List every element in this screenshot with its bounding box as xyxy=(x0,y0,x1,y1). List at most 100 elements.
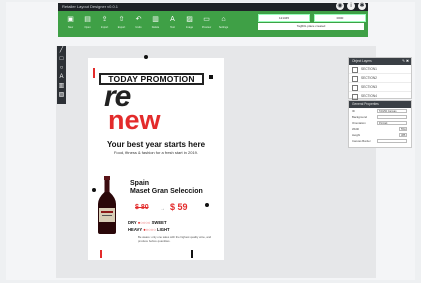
image-tool-icon[interactable]: ▨ xyxy=(57,91,66,100)
tool-label: Text xyxy=(170,26,175,29)
layer-name: SECTION3 xyxy=(361,85,377,89)
settings-icon[interactable]: ✱ xyxy=(358,2,366,10)
design-canvas[interactable]: TODAY PROMOTION re new Your best year st… xyxy=(88,55,224,260)
property-row: Canvas Border xyxy=(349,138,411,144)
taste-right-label: SWEET xyxy=(151,220,167,225)
text-tool-button[interactable]: A Text xyxy=(164,14,181,34)
layers-panel-title: Object Layers xyxy=(352,59,372,63)
folder-icon: ▤ xyxy=(84,16,91,23)
layer-visibility-icon[interactable] xyxy=(352,85,358,91)
image-tool-button[interactable]: ▨ Image xyxy=(181,14,198,34)
selection-handle[interactable] xyxy=(209,75,213,79)
layers-panel-icons[interactable]: ✎ ✖ xyxy=(402,58,409,65)
wine-bottle-image[interactable] xyxy=(96,176,118,234)
tool-label: Settings xyxy=(218,26,229,29)
layer-list: SECTION1 SECTION2 SECTION3 SECTION4 xyxy=(349,65,411,101)
monitor-icon: ▭ xyxy=(203,16,210,23)
black-guide-mark xyxy=(191,250,193,258)
text-tool-icon[interactable]: A xyxy=(57,73,66,82)
new-tool-button[interactable]: ▣ New xyxy=(62,14,79,34)
fine-print[interactable]: Be aware: only one sales with the highes… xyxy=(138,235,216,243)
layer-visibility-icon[interactable] xyxy=(352,76,358,82)
settings-tool-button[interactable]: ⌂ Settings xyxy=(215,14,232,34)
tool-label: Image xyxy=(185,26,194,29)
toolbar-fields: 121345 0000 Tag50L place created xyxy=(258,14,366,34)
object-layers-panel: Object Layers ✎ ✖ SECTION1 SECTION2 SECTIO… xyxy=(348,57,412,101)
layers-panel-header: Object Layers ✎ ✖ xyxy=(349,58,411,65)
tool-label: New xyxy=(67,26,74,29)
preview-tool-button[interactable]: ▭ Preview xyxy=(198,14,215,34)
property-value-input[interactable]: 55m xyxy=(399,126,407,131)
layer-item[interactable]: SECTION2 xyxy=(349,74,411,83)
app-title: Retailer Layout Designer v0.0.1 xyxy=(62,4,119,9)
red-guide-mark xyxy=(100,250,102,258)
window-icons: ◉ i ✱ xyxy=(336,2,366,10)
rectangle-tool-icon[interactable]: □ xyxy=(57,55,66,64)
line-tool-icon[interactable]: ╱ xyxy=(57,46,66,55)
layer-name: SECTION2 xyxy=(361,76,377,80)
flyer-headline[interactable]: Your best year starts here xyxy=(88,140,224,149)
info-icon[interactable]: i xyxy=(347,2,355,10)
export-icon: ⇧ xyxy=(118,16,125,23)
taste-scale-heavy-light[interactable]: HEAVY ●○○○○ LIGHT xyxy=(128,227,170,232)
props-panel-title: General Properties xyxy=(352,102,379,106)
product-name[interactable]: Spain Maset Gran Seleccion xyxy=(130,180,224,195)
taste-left-label: DRY xyxy=(128,220,137,225)
property-label: ID xyxy=(352,109,355,113)
import-tool-button[interactable]: ⇪ Import xyxy=(96,14,113,34)
property-value-input[interactable]: Portrait xyxy=(377,120,407,125)
app-header: Retailer Layout Designer v0.0.1 ◉ i ✱ ▣ New… xyxy=(58,2,368,37)
undo-icon: ↶ xyxy=(135,16,142,23)
tool-buttons: ▣ New ▤ Open ⇪ Import ⇧ Export ↶ Undo ▥ Delete A Text… xyxy=(62,14,232,34)
text-icon: A xyxy=(170,16,175,23)
tool-label: Preview xyxy=(201,26,212,29)
tool-label: Export xyxy=(117,26,126,29)
product-title: Maset Gran Seleccion xyxy=(130,187,203,195)
property-label: Canvas Border xyxy=(352,139,371,143)
trash-icon: ▥ xyxy=(152,16,159,23)
circle-tool-icon[interactable]: ○ xyxy=(57,64,66,73)
layer-name: SECTION4 xyxy=(361,94,377,98)
taste-scale-dry-sweet[interactable]: DRY ●○○○○ SWEET xyxy=(128,220,167,225)
taste-dots: ●○○○○ xyxy=(137,220,151,225)
export-tool-button[interactable]: ⇧ Export xyxy=(113,14,130,34)
property-value-input[interactable] xyxy=(377,138,407,143)
new-graphic-text[interactable]: new xyxy=(108,106,161,134)
code-input[interactable]: 121345 xyxy=(258,14,310,22)
price-arrow: → xyxy=(160,206,165,212)
open-tool-button[interactable]: ▤ Open xyxy=(79,14,96,34)
property-label: Background xyxy=(352,115,367,119)
file-icon: ▣ xyxy=(67,16,74,23)
globe-icon[interactable]: ◉ xyxy=(336,2,344,10)
red-marker xyxy=(93,68,95,78)
property-list: ID TAG50 Canvas Background Orientation Portr… xyxy=(349,108,411,144)
property-label: Height xyxy=(352,133,361,137)
layer-name: SECTION1 xyxy=(361,67,377,71)
barcode-tool-icon[interactable]: ▥ xyxy=(57,82,66,91)
taste-left-label: HEAVY xyxy=(128,227,143,232)
property-value-input[interactable]: TAG50 Canvas xyxy=(377,108,407,113)
taste-dots: ●○○○○ xyxy=(143,227,156,232)
layer-item[interactable]: SECTION1 xyxy=(349,65,411,74)
quantity-input[interactable]: 0000 xyxy=(314,14,366,22)
settings-icon: ⌂ xyxy=(221,16,226,23)
property-value-input[interactable] xyxy=(377,114,407,119)
tool-label: Undo xyxy=(135,26,142,29)
new-price[interactable]: $ 59 xyxy=(170,202,188,212)
flyer-subline[interactable]: Food, fitness & fashion for a fresh star… xyxy=(88,150,224,155)
property-value-input[interactable]: 385 xyxy=(399,132,407,137)
old-price[interactable]: $ 80 xyxy=(135,204,149,211)
image-icon: ▨ xyxy=(186,16,193,23)
delete-tool-button[interactable]: ▥ Delete xyxy=(147,14,164,34)
layer-item[interactable]: SECTION3 xyxy=(349,83,411,92)
main-toolbar: ▣ New ▤ Open ⇪ Import ⇧ Export ↶ Undo ▥ Delete A Text… xyxy=(58,11,368,37)
tool-label: Delete xyxy=(151,26,160,29)
property-label: Width xyxy=(352,127,360,131)
tool-label: Import xyxy=(100,26,109,29)
product-origin: Spain xyxy=(130,180,150,187)
undo-tool-button[interactable]: ↶ Undo xyxy=(130,14,147,34)
selection-handle[interactable] xyxy=(144,55,148,59)
layer-visibility-icon[interactable] xyxy=(352,67,358,73)
selection-handle[interactable] xyxy=(205,203,209,207)
status-button[interactable]: Tag50L place created xyxy=(258,23,364,30)
